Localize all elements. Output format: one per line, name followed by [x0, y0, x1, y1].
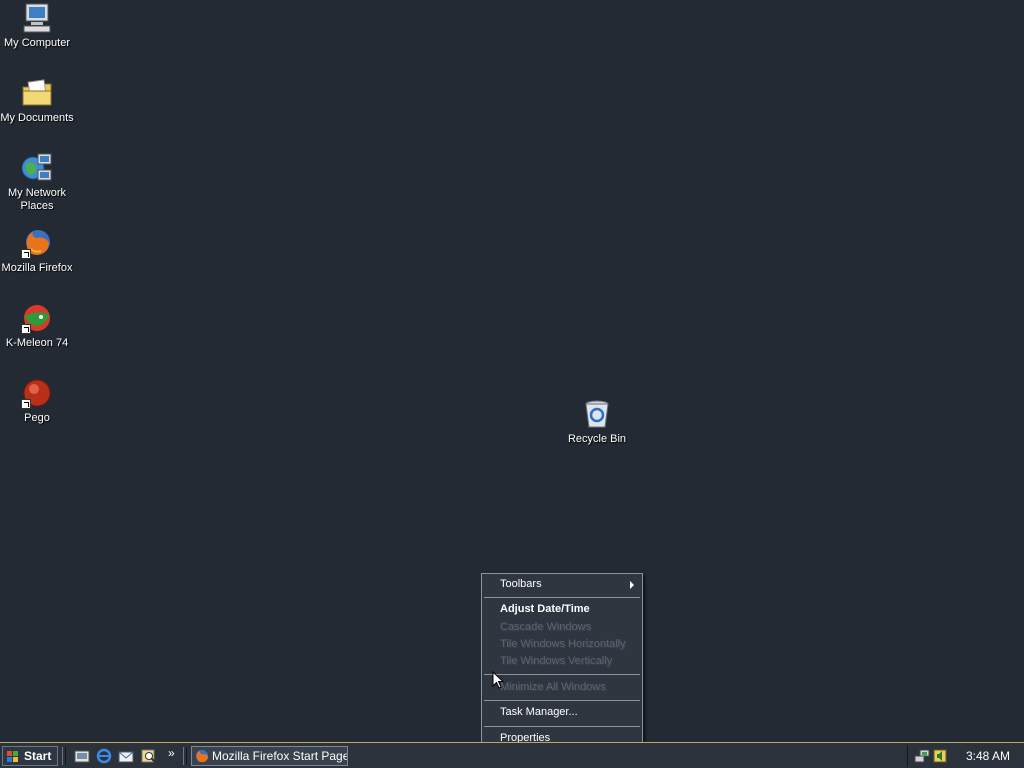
desktop-icon-label: Mozilla Firefox: [1, 262, 73, 274]
menu-separator: [484, 700, 640, 701]
desktop[interactable]: My Computer My Documents My Network Plac…: [0, 0, 1024, 749]
mouse-pointer-icon: [492, 670, 505, 693]
my-computer-desktop-icon[interactable]: My Computer: [0, 2, 74, 50]
menu-item-adjust-date-time[interactable]: Adjust Date/Time: [484, 601, 640, 618]
desktop-icon-label: My Documents: [0, 112, 74, 124]
network-icon: [21, 152, 53, 184]
menu-item-label: Tile Windows Vertically: [500, 655, 613, 667]
folder-icon: [21, 77, 53, 109]
mozilla-firefox-desktop-icon[interactable]: Mozilla Firefox: [0, 227, 74, 275]
windows-flag-icon: [7, 751, 18, 762]
menu-item-minimize-all-windows: Minimize All Windows: [484, 679, 640, 696]
my-documents-desktop-icon[interactable]: My Documents: [0, 77, 74, 125]
toolbar-grip[interactable]: [62, 747, 66, 765]
recycle-bin-icon: [581, 398, 613, 430]
shortcut-arrow-icon: [21, 324, 31, 334]
menu-item-label: Task Manager...: [500, 706, 578, 718]
desktop-icon-label: Recycle Bin: [567, 433, 627, 445]
taskbar-context-menu: Toolbars Adjust Date/Time Cascade Window…: [481, 573, 643, 749]
menu-item-task-manager[interactable]: Task Manager...: [484, 704, 640, 721]
pego-icon: [21, 377, 53, 409]
menu-item-label: Adjust Date/Time: [500, 603, 590, 615]
menu-item-label: Cascade Windows: [500, 621, 592, 633]
menu-item-tile-horizontally: Tile Windows Horizontally: [484, 636, 640, 653]
desktop-icon-label: K-Meleon 74: [5, 337, 69, 349]
internet-explorer-icon[interactable]: [96, 748, 112, 764]
system-tray: 3:48 AM: [907, 745, 1022, 767]
my-network-places-desktop-icon[interactable]: My Network Places: [0, 152, 74, 213]
pego-desktop-icon[interactable]: Pego: [0, 377, 74, 425]
firefox-icon: [195, 749, 209, 763]
toolbar-grip[interactable]: [183, 747, 187, 765]
shortcut-arrow-icon: [21, 399, 31, 409]
task-button-label: Mozilla Firefox Start Page...: [212, 749, 348, 763]
submenu-arrow-icon: [630, 581, 634, 589]
volume-tray-icon[interactable]: [932, 748, 948, 764]
taskbar[interactable]: Start » Mozilla Firefox Start Page... 3:…: [0, 742, 1024, 768]
menu-separator: [484, 726, 640, 727]
menu-item-cascade-windows: Cascade Windows: [484, 619, 640, 636]
firefox-icon: [21, 227, 53, 259]
task-button-firefox[interactable]: Mozilla Firefox Start Page...: [191, 746, 348, 766]
menu-separator: [484, 597, 640, 598]
search-icon[interactable]: [141, 748, 157, 764]
menu-item-tile-vertically: Tile Windows Vertically: [484, 653, 640, 670]
start-button[interactable]: Start: [2, 746, 58, 766]
shortcut-arrow-icon: [21, 249, 31, 259]
computer-icon: [21, 2, 53, 34]
show-desktop-icon[interactable]: [74, 748, 90, 764]
network-tray-icon[interactable]: [914, 748, 930, 764]
menu-item-label: Tile Windows Horizontally: [500, 638, 626, 650]
menu-item-label: Minimize All Windows: [500, 681, 606, 693]
quick-launch-overflow-chevron[interactable]: »: [168, 746, 175, 760]
desktop-icon-label: My Computer: [3, 37, 71, 49]
k-meleon-desktop-icon[interactable]: K-Meleon 74: [0, 302, 74, 350]
menu-item-label: Toolbars: [500, 578, 542, 590]
desktop-icon-label: Pego: [24, 412, 50, 424]
menu-separator: [484, 674, 640, 675]
menu-item-toolbars[interactable]: Toolbars: [484, 576, 640, 593]
outlook-express-icon[interactable]: [118, 748, 134, 764]
start-label: Start: [24, 749, 52, 763]
kmeleon-icon: [21, 302, 53, 334]
recycle-bin-desktop-icon[interactable]: Recycle Bin: [560, 398, 634, 446]
desktop-icon-label: My Network Places: [7, 187, 67, 212]
clock[interactable]: 3:48 AM: [966, 749, 1010, 763]
